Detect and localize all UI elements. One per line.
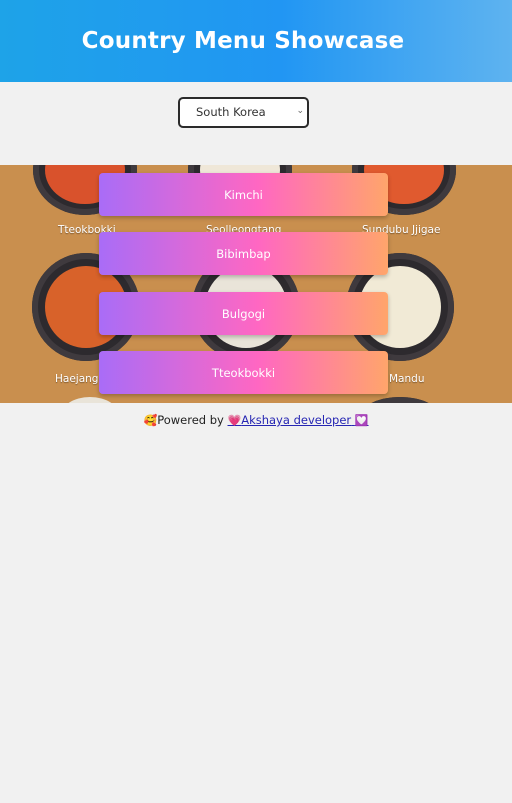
chevron-down-icon: ⌄ [296,106,304,116]
powered-by-text: Powered by [157,413,224,427]
menu-item-kimchi[interactable]: Kimchi [99,173,388,216]
author-link[interactable]: 💗Akshaya developer 💟 [228,413,369,427]
heart-decoration-icon: 💟 [354,414,369,427]
page-header: Country Menu Showcase [0,0,512,82]
food-label: Mandu [389,373,425,385]
country-select-value: South Korea [196,105,266,119]
bowl-illustration [60,397,120,403]
menu-item-bibimbap[interactable]: Bibimbap [99,232,388,275]
bowl-illustration [360,397,440,403]
heart-icon: 💗 [227,414,242,427]
page-title: Country Menu Showcase [81,28,405,54]
smiling-face-icon: 🥰 [143,414,158,427]
menu-item-tteokbokki[interactable]: Tteokbokki [99,351,388,394]
country-select[interactable]: South Korea ⌄ [178,97,309,128]
footer-credit: 🥰Powered by 💗Akshaya developer 💟 [0,413,512,427]
menu-item-bulgogi[interactable]: Bulgogi [99,292,388,335]
author-name: Akshaya developer [241,413,352,427]
